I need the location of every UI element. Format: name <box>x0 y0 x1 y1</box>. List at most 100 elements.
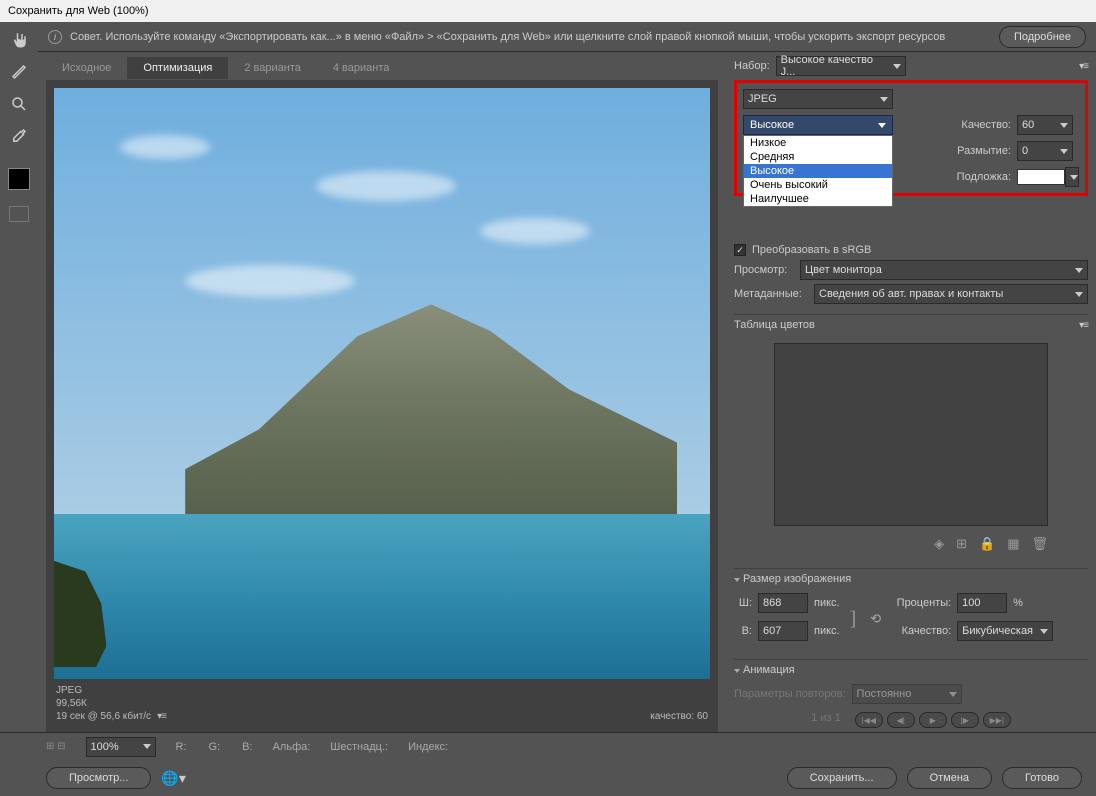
quality-input[interactable]: 60 <box>1017 115 1073 135</box>
height-input[interactable] <box>758 621 808 641</box>
width-label: Ш: <box>734 597 752 609</box>
link-bracket: ] <box>846 608 861 631</box>
preview-panel: Исходное Оптимизация 2 варианта 4 вариан… <box>0 52 726 732</box>
quality-preset-list: Низкое Средняя Высокое Очень высокий Наи… <box>743 135 893 207</box>
zoom-tool-icon[interactable] <box>7 92 31 116</box>
trash-icon[interactable]: 🗑 <box>1031 536 1048 552</box>
quality-preset-dropdown[interactable]: Высокое Низкое Средняя Высокое Очень выс… <box>743 115 893 135</box>
quality-preset-selected: Высокое <box>743 115 893 135</box>
alpha-channel: Альфа: <box>273 741 311 753</box>
colortable-menu-icon[interactable]: ▾≡ <box>1079 320 1088 331</box>
first-frame-button: |◀◀ <box>855 712 883 728</box>
resample-select[interactable]: Бикубическая <box>957 621 1053 641</box>
resample-label: Качество: <box>891 625 951 637</box>
animation-title: Анимация <box>743 664 795 676</box>
repeat-label: Параметры повторов: <box>734 688 846 700</box>
height-label: В: <box>734 625 752 637</box>
colortable-title: Таблица цветов <box>734 319 815 331</box>
g-channel: G: <box>209 741 221 753</box>
matte-dropdown[interactable] <box>1065 167 1079 187</box>
browser-icon[interactable]: 🌐▾ <box>161 770 185 787</box>
r-channel: R: <box>176 741 187 753</box>
play-button: ▶ <box>919 712 947 728</box>
websafe-icon[interactable]: ⊞ <box>956 536 967 552</box>
quality-option-veryhigh[interactable]: Очень высокий <box>744 178 892 192</box>
quality-option-low[interactable]: Низкое <box>744 136 892 150</box>
dither-icon[interactable]: ◈ <box>934 536 944 552</box>
metadata-select[interactable]: Сведения об авт. правах и контакты <box>814 284 1088 304</box>
image-size-panel: Ш: пикс. В: пикс. ] ⟲ Проценты: <box>734 593 1088 649</box>
preset-select[interactable]: Высокое качество J... <box>776 56 906 76</box>
preset-label: Набор: <box>734 60 770 72</box>
srgb-checkbox[interactable]: ✓ <box>734 244 746 256</box>
eyedropper-tool-icon[interactable] <box>7 124 31 148</box>
lock-icon[interactable]: 🔒 <box>979 536 995 552</box>
quality-option-medium[interactable]: Средняя <box>744 150 892 164</box>
preview-button[interactable]: Просмотр... <box>46 767 151 789</box>
foreground-swatch[interactable] <box>8 168 30 190</box>
matte-label: Подложка: <box>949 171 1011 183</box>
repeat-select: Постоянно <box>852 684 962 704</box>
metadata-label: Метаданные: <box>734 288 808 300</box>
color-swatch-group <box>8 168 30 190</box>
preview-status: JPEG 99,56К 19 сек @ 56,6 кбит/с ▾≡ каче… <box>54 679 710 724</box>
percent-label: Проценты: <box>891 597 951 609</box>
done-button[interactable]: Готово <box>1002 767 1082 789</box>
quality-option-max[interactable]: Наилучшее <box>744 192 892 206</box>
channel-readout: R: G: B: <box>176 741 253 753</box>
tab-optimized[interactable]: Оптимизация <box>127 57 228 79</box>
highlighted-settings: JPEG Высокое Низкое Средняя Высокое Очен… <box>734 80 1088 196</box>
matte-swatch[interactable] <box>1017 169 1065 185</box>
status-quality: качество: 60 <box>650 711 708 722</box>
bottom-bar: ⊞ ⊟ 100% R: G: B: Альфа: Шестнадц.: Инде… <box>0 732 1096 760</box>
status-menu-icon[interactable]: ▾≡ <box>157 711 166 722</box>
hand-tool-icon[interactable] <box>7 28 31 52</box>
panel-menu-icon[interactable]: ▾≡ <box>1079 61 1088 72</box>
width-input[interactable] <box>758 593 808 613</box>
new-color-icon[interactable]: ▦ <box>1007 536 1019 552</box>
left-toolbar <box>0 22 38 732</box>
tab-2up[interactable]: 2 варианта <box>228 57 317 79</box>
height-unit: пикс. <box>814 625 840 637</box>
window-title: Сохранить для Web (100%) <box>8 5 149 17</box>
format-select[interactable]: JPEG <box>743 89 893 109</box>
hex-channel: Шестнадц.: <box>330 741 388 753</box>
quality-label: Качество: <box>949 119 1011 131</box>
window-titlebar: Сохранить для Web (100%) <box>0 0 1096 22</box>
colortable-icons: ◈ ⊞ 🔒 ▦ 🗑 <box>734 534 1088 558</box>
b-channel: B: <box>242 741 252 753</box>
status-size: 99,56К <box>56 698 166 709</box>
preview-tabs: Исходное Оптимизация 2 варианта 4 вариан… <box>46 56 718 80</box>
color-table[interactable] <box>774 343 1048 526</box>
save-button[interactable]: Сохранить... <box>787 767 897 789</box>
constrain-icon[interactable]: ⟲ <box>866 611 885 627</box>
tab-original[interactable]: Исходное <box>46 57 127 79</box>
status-format: JPEG <box>56 685 166 696</box>
preview-select[interactable]: Цвет монитора <box>800 260 1088 280</box>
prev-frame-button: ◀| <box>887 712 915 728</box>
preview-image[interactable] <box>54 88 710 679</box>
slice-visibility-icon[interactable] <box>9 206 29 222</box>
blur-input[interactable]: 0 <box>1017 141 1073 161</box>
status-time: 19 сек @ 56,6 кбит/с <box>56 711 151 722</box>
preview-frame: JPEG 99,56К 19 сек @ 56,6 кбит/с ▾≡ каче… <box>46 80 718 732</box>
view-icons[interactable]: ⊞ ⊟ <box>46 741 66 752</box>
tab-4up[interactable]: 4 варианта <box>317 57 406 79</box>
percent-input[interactable] <box>957 593 1007 613</box>
percent-unit: % <box>1013 597 1023 609</box>
settings-panel: Набор: Высокое качество J... ▾≡ JPEG Выс… <box>726 52 1096 732</box>
slice-tool-icon[interactable] <box>7 60 31 84</box>
tip-bar: i Совет. Используйте команду «Экспортиро… <box>38 22 1096 52</box>
more-button[interactable]: Подробнее <box>999 26 1086 48</box>
last-frame-button: ▶▶| <box>983 712 1011 728</box>
width-unit: пикс. <box>814 597 840 609</box>
index-channel: Индекс: <box>408 741 448 753</box>
cancel-button[interactable]: Отмена <box>907 767 992 789</box>
next-frame-button: |▶ <box>951 712 979 728</box>
footer: Просмотр... 🌐▾ Сохранить... Отмена Готов… <box>0 760 1096 796</box>
quality-option-high[interactable]: Высокое <box>744 164 892 178</box>
tip-text: Совет. Используйте команду «Экспортирова… <box>70 31 991 43</box>
blur-label: Размытие: <box>949 145 1011 157</box>
srgb-label: Преобразовать в sRGB <box>752 244 871 256</box>
frame-counter: 1 из 1 <box>811 712 841 724</box>
